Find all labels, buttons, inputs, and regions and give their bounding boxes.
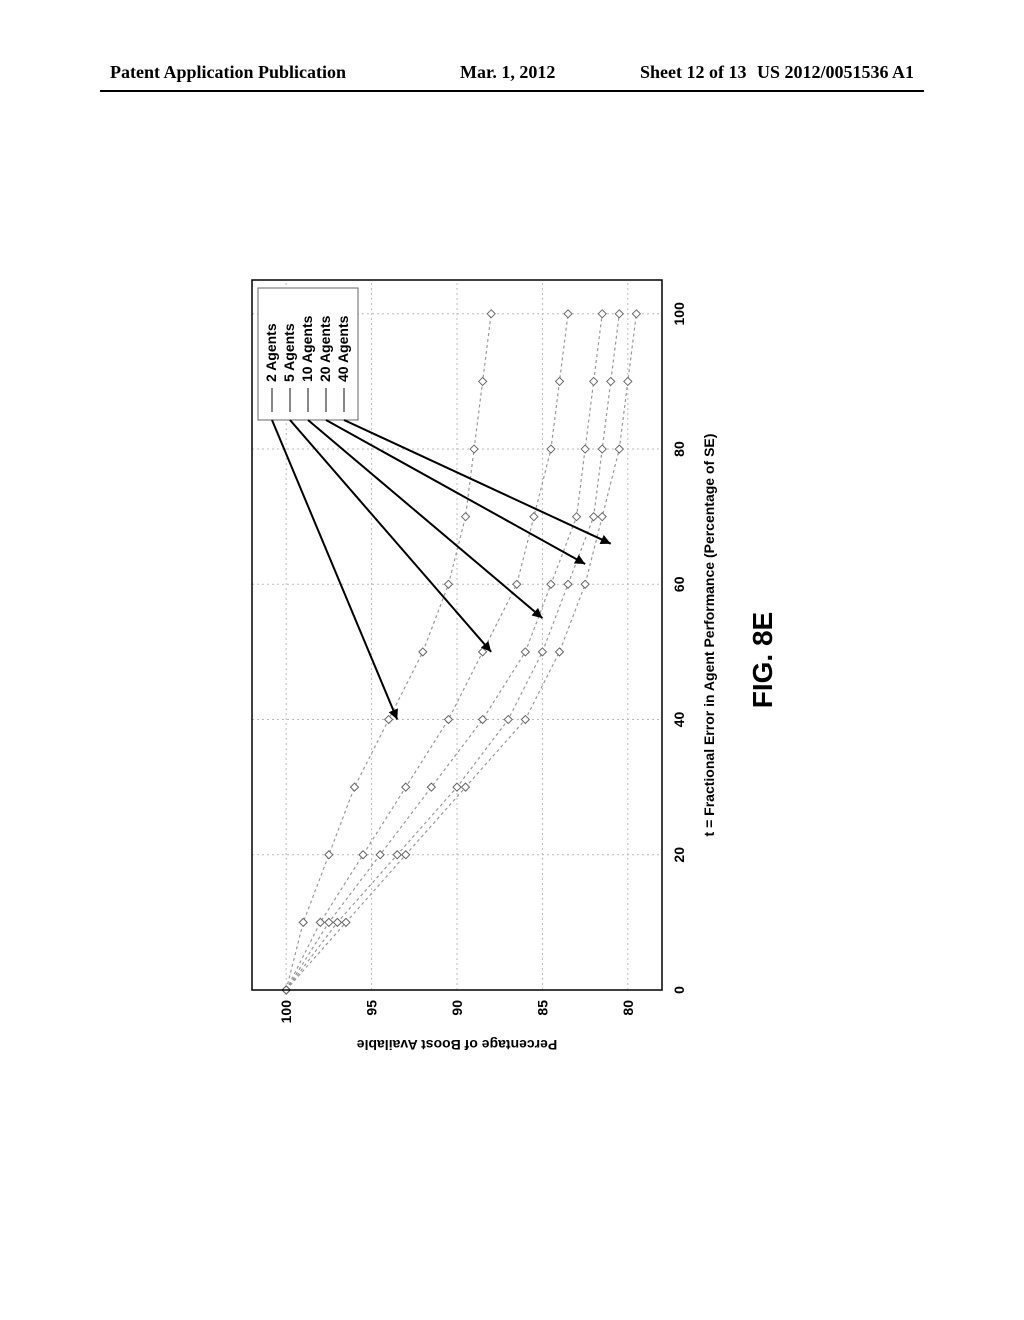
series-marker [325, 851, 333, 859]
series-marker [607, 377, 615, 385]
legend-label: 5 Agents [281, 323, 297, 382]
x-tick: 100 [671, 302, 687, 326]
series-marker [513, 580, 521, 588]
y-tick: 80 [620, 1000, 636, 1016]
series-marker [393, 851, 401, 859]
series-marker [504, 716, 512, 724]
publication-type: Patent Application Publication [110, 62, 346, 83]
series-marker [538, 648, 546, 656]
y-axis-label: Percentage of Boost Available [357, 1037, 558, 1053]
series-marker [564, 580, 572, 588]
y-tick: 85 [534, 1000, 550, 1016]
series-marker [581, 580, 589, 588]
legend-label: 20 Agents [317, 315, 333, 382]
figure-inner: 2 Agents5 Agents10 Agents20 Agents40 Age… [232, 260, 792, 1060]
series-marker [299, 918, 307, 926]
series-marker [590, 513, 598, 521]
series-marker [316, 918, 324, 926]
series-marker [547, 580, 555, 588]
series-marker [615, 310, 623, 318]
x-tick: 80 [671, 441, 687, 457]
series-marker [598, 310, 606, 318]
y-tick: 90 [449, 1000, 465, 1016]
legend-label: 40 Agents [335, 315, 351, 382]
series-marker [325, 918, 333, 926]
series-marker [573, 513, 581, 521]
series-marker [530, 513, 538, 521]
series-marker [615, 445, 623, 453]
series-marker [487, 310, 495, 318]
chart-svg: 2 Agents5 Agents10 Agents20 Agents40 Age… [232, 260, 732, 1060]
series-marker [598, 513, 606, 521]
figure-caption: FIG. 8E [747, 260, 779, 1060]
series-marker [564, 310, 572, 318]
series-marker [385, 716, 393, 724]
legend-label: 2 Agents [263, 323, 279, 382]
series-marker [479, 377, 487, 385]
series-marker [453, 783, 461, 791]
sheet-number: Sheet 12 of 13 [640, 62, 747, 83]
page-root: Patent Application Publication Mar. 1, 2… [0, 0, 1024, 1320]
series-marker [556, 377, 564, 385]
series-marker [419, 648, 427, 656]
callout-line [326, 420, 585, 564]
patent-header: Patent Application Publication Mar. 1, 2… [0, 62, 1024, 90]
series-marker [444, 716, 452, 724]
series-marker [590, 377, 598, 385]
x-axis-label: t = Fractional Error in Agent Performanc… [701, 434, 717, 837]
x-tick: 60 [671, 576, 687, 592]
series-marker [632, 310, 640, 318]
y-tick: 100 [278, 1000, 294, 1024]
series-marker [351, 783, 359, 791]
series-marker [598, 445, 606, 453]
callout-line [272, 420, 397, 720]
series-marker [462, 513, 470, 521]
series-marker [470, 445, 478, 453]
header-rule [100, 90, 924, 92]
series-marker [444, 580, 452, 588]
publication-date: Mar. 1, 2012 [460, 62, 555, 83]
x-tick: 0 [671, 986, 687, 994]
series-marker [624, 377, 632, 385]
x-tick: 20 [671, 847, 687, 863]
y-tick: 95 [364, 1000, 380, 1016]
x-tick: 40 [671, 712, 687, 728]
legend-label: 10 Agents [299, 315, 315, 382]
series-marker [402, 783, 410, 791]
series-marker [521, 648, 529, 656]
series-marker [581, 445, 589, 453]
series-marker [521, 716, 529, 724]
series-marker [556, 648, 564, 656]
callout-line [344, 420, 611, 544]
series-marker [547, 445, 555, 453]
publication-number: US 2012/0051536 A1 [757, 62, 914, 83]
series-marker [359, 851, 367, 859]
